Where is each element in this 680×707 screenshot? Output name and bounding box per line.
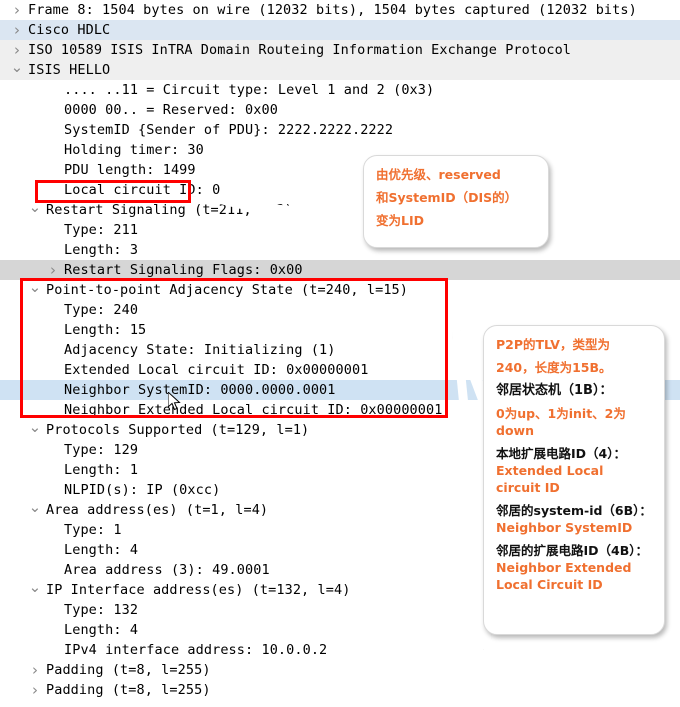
callout-2-neighbor-extended-entry: 邻居的扩展电路ID（4B）： Neighbor Extended Local Ci… [496,542,652,593]
tree-row[interactable]: Padding (t=8, l=255) [0,660,680,680]
tree-row[interactable]: Point-to-point Adjacency State (t=240, l… [0,280,680,300]
tree-row[interactable]: Holding timer: 30 [0,140,680,160]
tree-row-label: Area address (3): 49.0001 [64,562,270,578]
tree-row-label: Length: 4 [64,542,139,558]
chevron-down-icon[interactable] [10,60,24,82]
tree-row-label: .... ..11 = Circuit type: Level 1 and 2 … [64,82,435,98]
chevron-right-icon[interactable] [46,260,60,282]
tree-row-label: Length: 4 [64,622,139,638]
callout-2-adjacency-heading: 邻居状态机（1B）： [496,383,613,398]
chevron-down-icon[interactable] [28,580,42,602]
tree-row-label: Adjacency State: Initializing (1) [64,342,336,358]
callout-2-intro-line-1: P2P的TLV，类型为 [496,337,610,352]
tree-row[interactable]: SystemID {Sender of PDU}: 2222.2222.2222 [0,120,680,140]
callout-2-neighbor-extended-value: Neighbor Extended Local Circuit ID [496,560,632,592]
tree-row[interactable]: PDU length: 1499 [0,160,680,180]
mouse-cursor-icon [168,392,181,411]
tree-row-label: Local circuit ID: 0 [64,182,221,198]
callout-2-adjacency-values: 0为up、1为init、2为down [496,406,626,438]
callout-1-line-2: 和SystemID（DIS的） [376,190,518,205]
chevron-down-icon[interactable] [28,420,42,442]
tree-row[interactable]: Padding (t=8, l=255) [0,680,680,700]
callout-1-line-3: 变为LID [376,213,424,228]
tree-row-label: Length: 3 [64,242,139,258]
tree-row[interactable]: 0000 00.. = Reserved: 0x00 [0,100,680,120]
tree-row-label: Neighbor Extended Local circuit ID: 0x00… [64,402,443,418]
tree-row[interactable]: Cisco HDLC [0,20,680,40]
tree-row-label: Frame 8: 1504 bytes on wire (12032 bits)… [28,2,637,18]
tree-row[interactable]: ISO 10589 ISIS InTRA Domain Routeing Inf… [0,40,680,60]
tree-row-label: Holding timer: 30 [64,142,204,158]
tree-row-label: SystemID {Sender of PDU}: 2222.2222.2222 [64,122,394,138]
tree-row[interactable]: Type: 240 [0,300,680,320]
callout-2-intro-line-2: 240，长度为15B。 [496,360,612,375]
tree-row-label: Protocols Supported (t=129, l=1) [46,422,310,438]
chevron-right-icon[interactable] [28,680,42,702]
chevron-right-icon[interactable] [10,20,24,42]
tree-row-label: Point-to-point Adjacency State (t=240, l… [46,282,409,298]
tree-row[interactable]: ISIS HELLO [0,60,680,80]
chevron-down-icon[interactable] [28,280,42,302]
tree-row-label: Restart Signaling Flags: 0x00 [64,262,303,278]
tree-row-label: Padding (t=8, l=255) [46,662,211,678]
callout-2-neighbor-systemid-entry: 邻居的system-id（6B）： Neighbor SystemID [496,502,652,536]
callout-2-local-circuit-value: Extended Local circuit ID [496,463,604,495]
tree-row-label: Type: 132 [64,602,139,618]
tree-row-label: Area address(es) (t=1, l=4) [46,502,269,518]
tree-row-label: Length: 1 [64,462,139,478]
tree-row-label: Type: 1 [64,522,122,538]
tree-row-label: IP Interface address(es) (t=132, l=4) [46,582,351,598]
callout-2-local-circuit-heading: 本地扩展电路ID（4）： [496,446,626,461]
tree-row-label: NLPID(s): IP (0xcc) [64,482,221,498]
tree-row-label: Neighbor SystemID: 0000.0000.0001 [64,382,336,398]
tree-row-label: Extended Local circuit ID: 0x00000001 [64,362,369,378]
tree-row[interactable]: Length: 3 [0,240,680,260]
tree-row[interactable]: Frame 8: 1504 bytes on wire (12032 bits)… [0,0,680,20]
chevron-down-icon[interactable] [28,500,42,522]
callout-1-line-1: 由优先级、reserved [376,167,501,182]
chevron-right-icon[interactable] [10,0,24,22]
tree-row-label: Padding (t=8, l=255) [46,682,211,698]
tree-row-label: Cisco HDLC [28,22,111,38]
tree-row[interactable]: IPv4 interface address: 10.0.0.2 [0,640,680,660]
callout-2-neighbor-systemid-value: Neighbor SystemID [496,520,633,535]
tree-row-label: Type: 129 [64,442,139,458]
tree-row-label: PDU length: 1499 [64,162,196,178]
tree-row[interactable]: .... ..11 = Circuit type: Level 1 and 2 … [0,80,680,100]
tree-row-label: Length: 15 [64,322,147,338]
tree-row-label: ISIS HELLO [28,62,111,78]
tree-row-label: IPv4 interface address: 10.0.0.2 [64,642,328,658]
tree-row-label: 0000 00.. = Reserved: 0x00 [64,102,278,118]
tree-row-label: ISO 10589 ISIS InTRA Domain Routeing Inf… [28,42,572,58]
tree-row[interactable]: Restart Signaling Flags: 0x00 [0,260,680,280]
tree-row[interactable]: Local circuit ID: 0 [0,180,680,200]
callout-priority-to-lid: 由优先级、reserved 和SystemID（DIS的） 变为LID [363,155,549,248]
chevron-right-icon[interactable] [28,660,42,682]
callout-p2p-tlv-explanation: P2P的TLV，类型为 240，长度为15B。 邻居状态机（1B）： 0为up、… [483,325,665,635]
tree-row-label: Type: 240 [64,302,139,318]
chevron-down-icon[interactable] [28,200,42,222]
packet-details-pane: Frame 8: 1504 bytes on wire (12032 bits)… [0,0,680,707]
callout-2-neighbor-extended-heading: 邻居的扩展电路ID（4B）： [496,543,649,558]
callout-2-local-circuit-entry: 本地扩展电路ID（4）： Extended Local circuit ID [496,445,652,496]
tree-row-label: Type: 211 [64,222,139,238]
callout-2-neighbor-systemid-heading: 邻居的system-id（6B）： [496,503,652,518]
